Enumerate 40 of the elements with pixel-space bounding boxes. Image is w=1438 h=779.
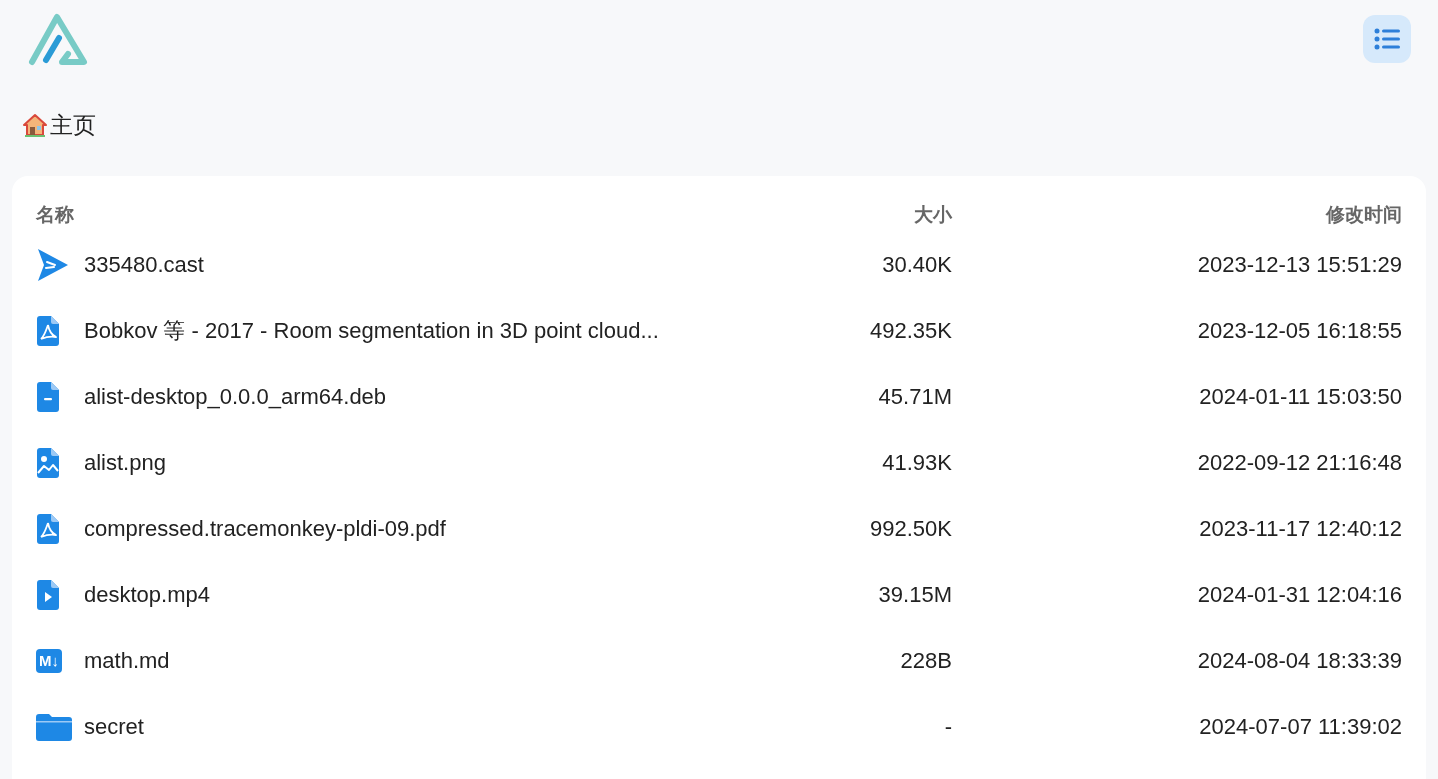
modified-time: 2022-09-12 21:16:48	[1197, 450, 1402, 475]
file-size: 30.40K	[882, 252, 952, 277]
file-size: 41.93K	[882, 450, 952, 475]
modified-time: 2024-01-11 15:03:50	[1199, 384, 1402, 409]
list-icon	[1374, 28, 1400, 50]
file-name-link[interactable]: alist.png	[84, 446, 166, 479]
modified-time: 2023-12-05 16:18:55	[1197, 318, 1402, 343]
modified-time: 2024-08-04 18:33:39	[1197, 648, 1402, 673]
breadcrumb-link[interactable]: 主页	[50, 108, 96, 143]
file-size: -	[944, 714, 952, 739]
file-name-link[interactable]: desktop.mp4	[84, 578, 210, 611]
file-size: 492.35K	[870, 318, 952, 343]
modified-time: 2024-07-07 11:39:02	[1199, 714, 1402, 739]
file-name-link[interactable]: 335480.cast	[84, 248, 204, 281]
file-size: 228B	[900, 648, 952, 673]
folder-icon	[36, 712, 72, 741]
image-file-icon	[36, 446, 60, 479]
column-header[interactable]: 大小	[914, 204, 952, 226]
modified-time: 2023-11-17 12:40:12	[1199, 516, 1402, 541]
document-icon	[36, 380, 60, 413]
folder-name-link[interactable]: secret	[84, 710, 144, 743]
modified-time: 2024-01-31 12:04:16	[1197, 582, 1402, 607]
pdf-file-icon	[36, 512, 60, 545]
house-icon	[22, 113, 48, 138]
logo-icon[interactable]	[26, 12, 88, 68]
list-view-button[interactable]	[1363, 15, 1411, 63]
file-name-link[interactable]: math.md	[84, 644, 170, 677]
file-size: 45.71M	[878, 384, 952, 409]
file-name-link[interactable]: compressed.tracemonkey-pldi-09.pdf	[84, 512, 446, 545]
file-size: 39.15M	[878, 582, 952, 607]
modified-time: 2023-12-13 15:51:29	[1197, 252, 1402, 277]
column-header[interactable]: 名称	[36, 204, 74, 226]
pdf-file-icon	[36, 314, 60, 347]
send-icon	[37, 247, 69, 282]
file-size: 992.50K	[870, 516, 952, 541]
file-name-link[interactable]: Bobkov 等 - 2017 - Room segmentation in 3D point cloud...	[84, 314, 659, 347]
video-file-icon	[36, 578, 60, 611]
file-name-link[interactable]: alist-desktop_0.0.0_arm64.deb	[84, 380, 387, 413]
markdown-icon: M↓	[36, 648, 62, 673]
column-header[interactable]: 修改时间	[1326, 204, 1402, 226]
